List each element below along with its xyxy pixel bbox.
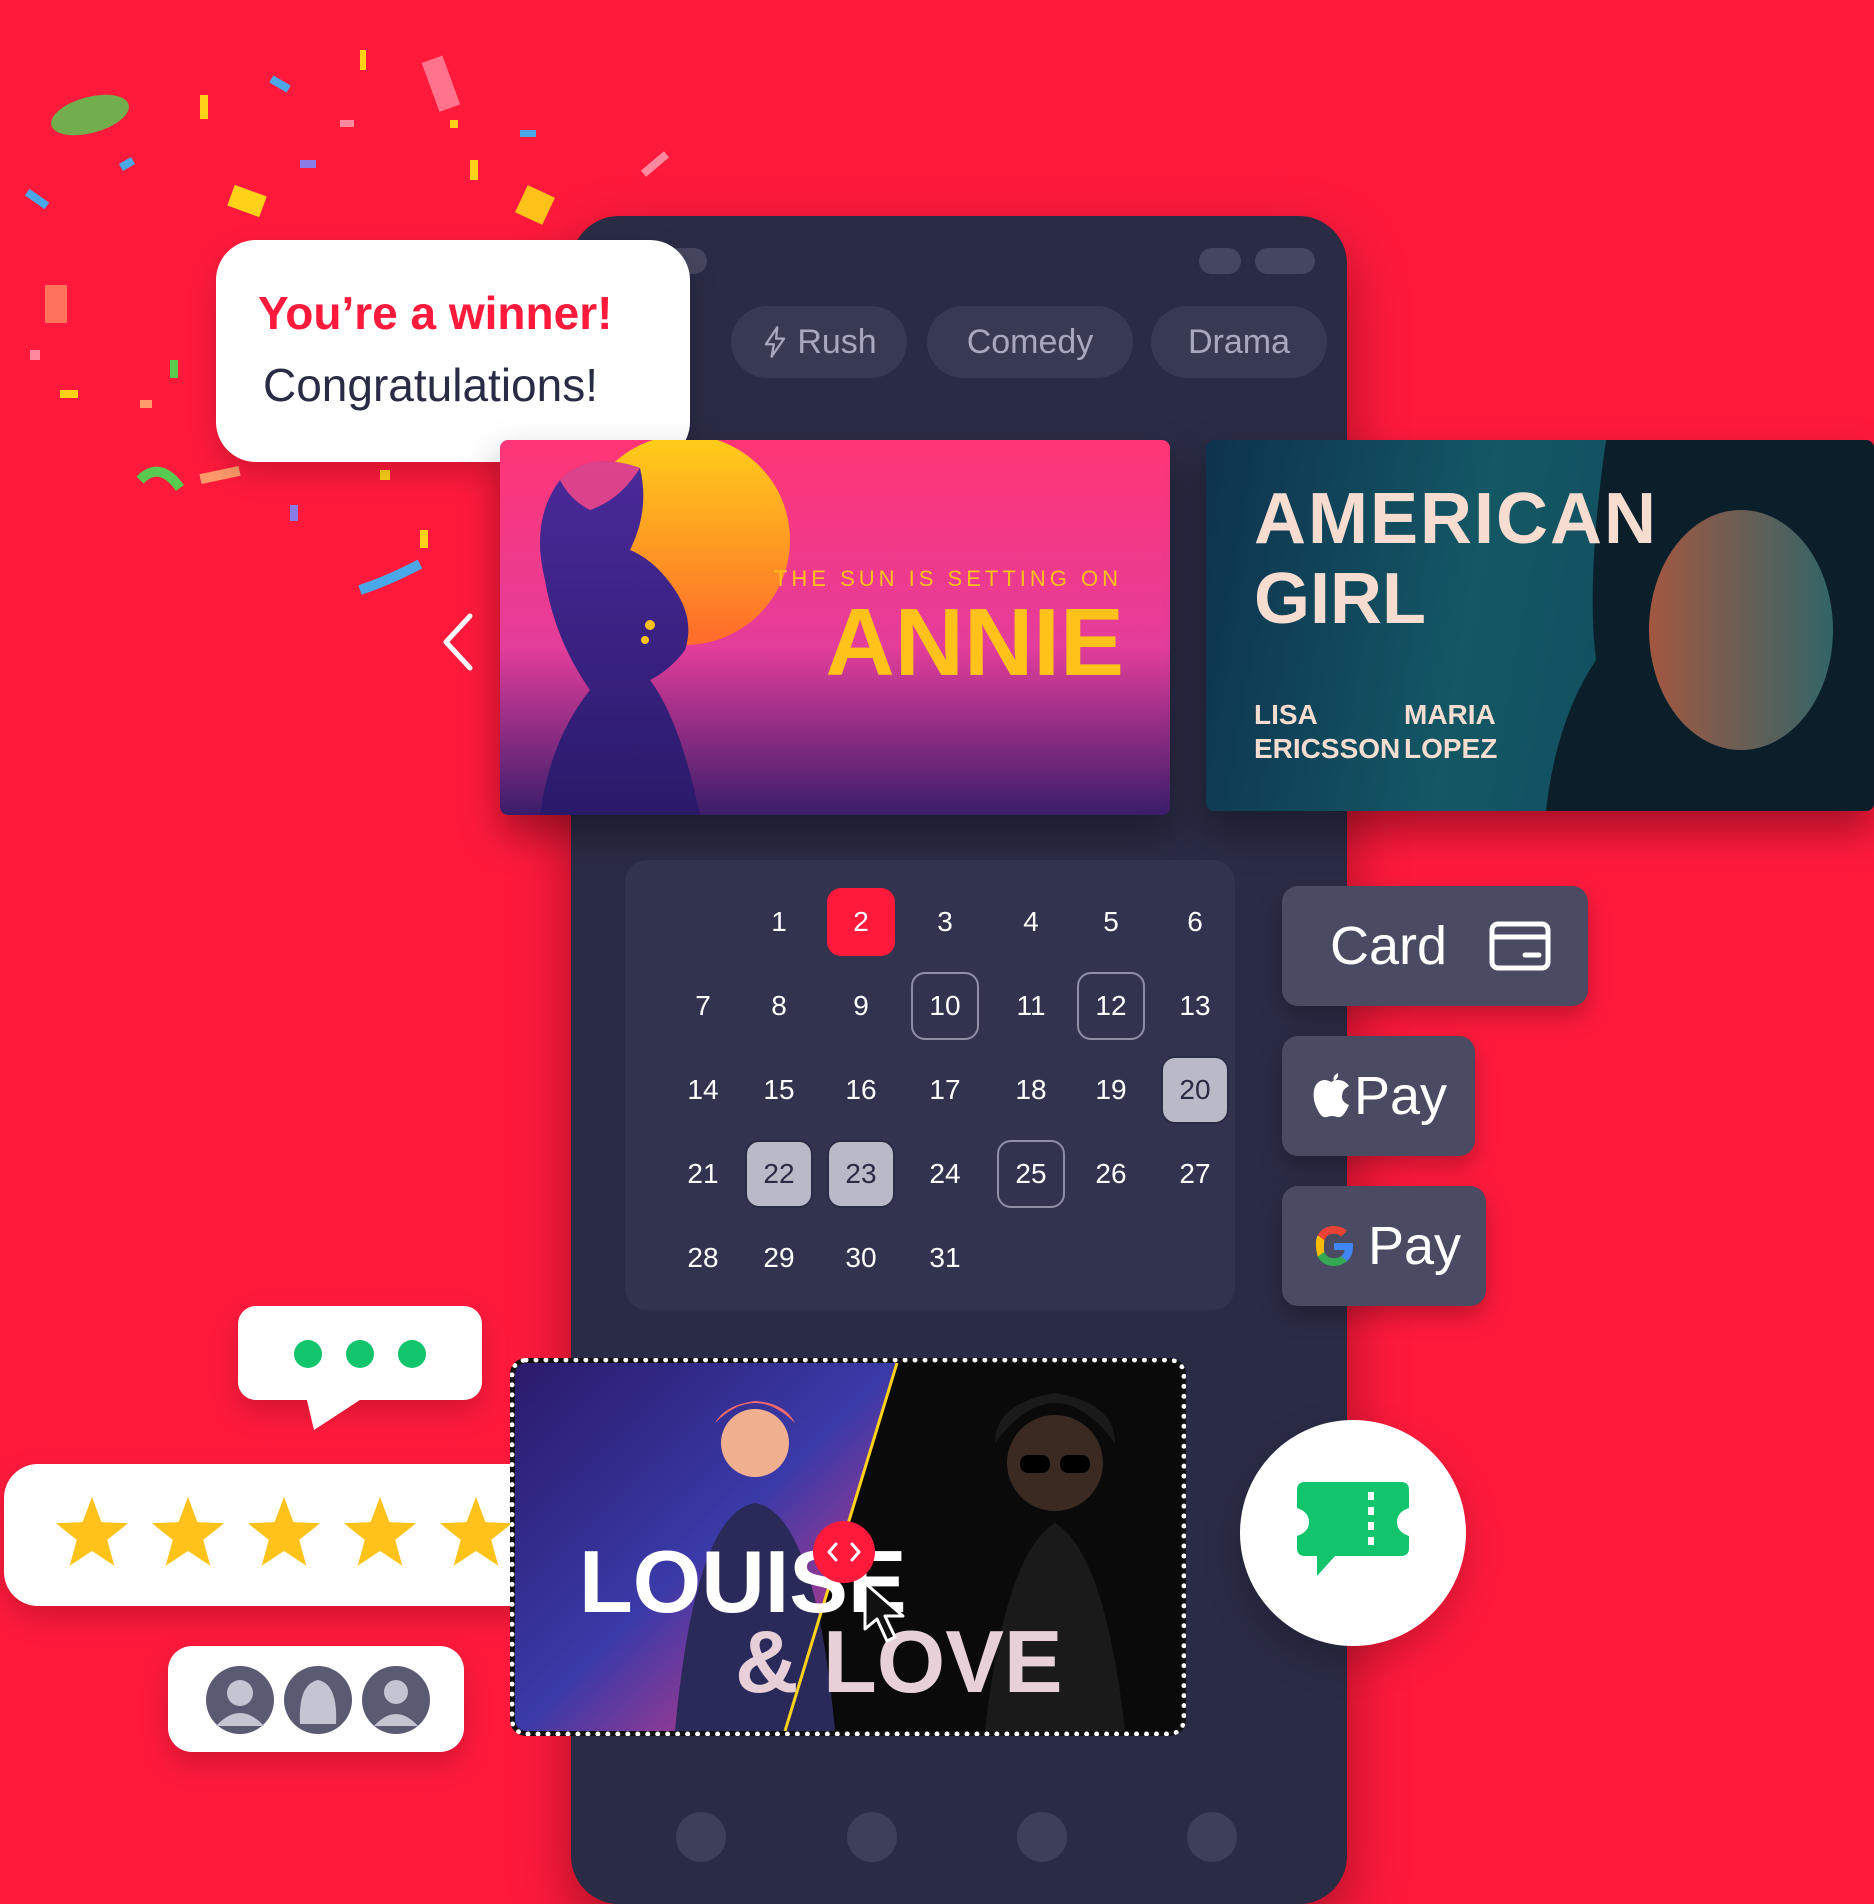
calendar-day-4[interactable]: 4 <box>997 888 1065 956</box>
calendar-day-22[interactable]: 22 <box>745 1140 813 1208</box>
nav-dot[interactable] <box>676 1812 726 1862</box>
star-icon[interactable] <box>439 1497 513 1566</box>
cast-last-name: LOPEZ <box>1404 733 1498 764</box>
apple-icon <box>1313 1073 1349 1118</box>
avatar <box>362 1666 430 1734</box>
tab-rush[interactable]: Rush <box>731 306 907 378</box>
winner-title: You’re a winner! <box>258 287 613 339</box>
google-pay-label: Pay <box>1368 1216 1462 1276</box>
calendar-day-2[interactable]: 2 <box>827 888 895 956</box>
american-girl-title-line2: GIRL <box>1254 559 1426 639</box>
typing-dots-icon <box>294 1340 426 1368</box>
ticket-chat-button[interactable] <box>1240 1420 1466 1646</box>
calendar-day-18[interactable]: 18 <box>997 1056 1065 1124</box>
show-poster-american-girl[interactable]: AMERICAN GIRL LISA ERICSSON MARIA LOPEZ <box>1206 440 1874 811</box>
calendar-day-15[interactable]: 15 <box>745 1056 813 1124</box>
calendar-day-16[interactable]: 16 <box>827 1056 895 1124</box>
calendar-day-11[interactable]: 11 <box>997 972 1065 1040</box>
american-girl-title-line1: AMERICAN <box>1254 479 1658 559</box>
cursor-icon <box>863 1581 905 1643</box>
calendar-day-8[interactable]: 8 <box>745 972 813 1040</box>
google-pay-button[interactable]: Pay <box>1282 1186 1486 1306</box>
lightning-icon <box>765 326 786 358</box>
bubble-tail <box>306 1396 366 1430</box>
winner-subtitle: Congratulations! <box>263 359 598 411</box>
calendar-day-29[interactable]: 29 <box>745 1224 813 1292</box>
card-label: Card <box>1330 916 1448 976</box>
star-icon[interactable] <box>55 1497 129 1566</box>
cast-name: LISA ERICSSON <box>1254 698 1400 766</box>
cast-first-name: MARIA <box>1404 699 1496 730</box>
calendar-day-28[interactable]: 28 <box>669 1224 737 1292</box>
pay-with-card-button[interactable]: Card <box>1282 886 1588 1006</box>
star-rating-card <box>4 1464 552 1606</box>
calendar-day-1[interactable]: 1 <box>745 888 813 956</box>
nav-dot[interactable] <box>847 1812 897 1862</box>
calendar-day-19[interactable]: 19 <box>1077 1056 1145 1124</box>
calendar-day-12[interactable]: 12 <box>1077 972 1145 1040</box>
compare-slider-handle[interactable] <box>813 1521 875 1583</box>
calendar-day-20[interactable]: 20 <box>1161 1056 1229 1124</box>
star-icon[interactable] <box>247 1497 321 1566</box>
avatar <box>206 1666 274 1734</box>
star-icon[interactable] <box>343 1497 417 1566</box>
nav-dot[interactable] <box>1187 1812 1237 1862</box>
attendee-avatars-card <box>168 1646 464 1752</box>
cast-first-name: LISA <box>1254 699 1318 730</box>
date-calendar: 1 2 3 4 5 6 7 8 9 10 11 12 13 14 15 16 17 18 19 20 21 22 23 24 2… <box>625 860 1235 1310</box>
annie-title: ANNIE <box>825 589 1124 696</box>
chevrons-left-right-icon <box>827 1542 861 1562</box>
calendar-day-10[interactable]: 10 <box>911 972 979 1040</box>
tab-label: Drama <box>1187 322 1291 361</box>
calendar-day-13[interactable]: 13 <box>1161 972 1229 1040</box>
calendar-day-17[interactable]: 17 <box>911 1056 979 1124</box>
calendar-day-21[interactable]: 21 <box>669 1140 737 1208</box>
tab-comedy[interactable]: Comedy <box>927 306 1133 378</box>
calendar-day-5[interactable]: 5 <box>1077 888 1145 956</box>
avatar-group <box>206 1666 430 1734</box>
apple-pay-button[interactable]: Pay <box>1282 1036 1475 1156</box>
calendar-day-25[interactable]: 25 <box>997 1140 1065 1208</box>
google-g-icon <box>1315 1226 1353 1266</box>
calendar-day-9[interactable]: 9 <box>827 972 895 1040</box>
calendar-day-3[interactable]: 3 <box>911 888 979 956</box>
tab-label: Comedy <box>966 322 1094 361</box>
calendar-day-27[interactable]: 27 <box>1161 1140 1229 1208</box>
calendar-day-6[interactable]: 6 <box>1161 888 1229 956</box>
calendar-day-14[interactable]: 14 <box>669 1056 737 1124</box>
cast-name: MARIA LOPEZ <box>1404 698 1497 766</box>
ticket-chat-icon <box>1297 1482 1409 1576</box>
typing-indicator-bubble <box>238 1306 482 1430</box>
calendar-day-30[interactable]: 30 <box>827 1224 895 1292</box>
show-poster-louise-and-love[interactable]: LOUISE & LOVE <box>510 1358 1186 1736</box>
calendar-day-24[interactable]: 24 <box>911 1140 979 1208</box>
show-poster-annie[interactable]: THE SUN IS SETTING ON ANNIE <box>500 440 1170 815</box>
nav-dot[interactable] <box>1017 1812 1067 1862</box>
tab-label: Rush <box>797 322 877 361</box>
avatar <box>284 1666 352 1734</box>
credit-card-icon <box>1489 921 1551 971</box>
phone-status-dot <box>1199 248 1241 274</box>
chevron-left-icon[interactable] <box>436 610 480 674</box>
cast-last-name: ERICSSON <box>1254 733 1401 764</box>
star-icon[interactable] <box>151 1497 225 1566</box>
winner-toast: You’re a winner! Congratulations! <box>216 240 690 462</box>
phone-status-dot <box>1255 248 1315 274</box>
apple-pay-label: Pay <box>1354 1066 1448 1126</box>
star-rating[interactable] <box>50 1490 530 1580</box>
calendar-day-7[interactable]: 7 <box>669 972 737 1040</box>
calendar-day-31[interactable]: 31 <box>911 1224 979 1292</box>
tab-drama[interactable]: Drama <box>1151 306 1327 378</box>
calendar-day-26[interactable]: 26 <box>1077 1140 1145 1208</box>
calendar-day-23[interactable]: 23 <box>827 1140 895 1208</box>
